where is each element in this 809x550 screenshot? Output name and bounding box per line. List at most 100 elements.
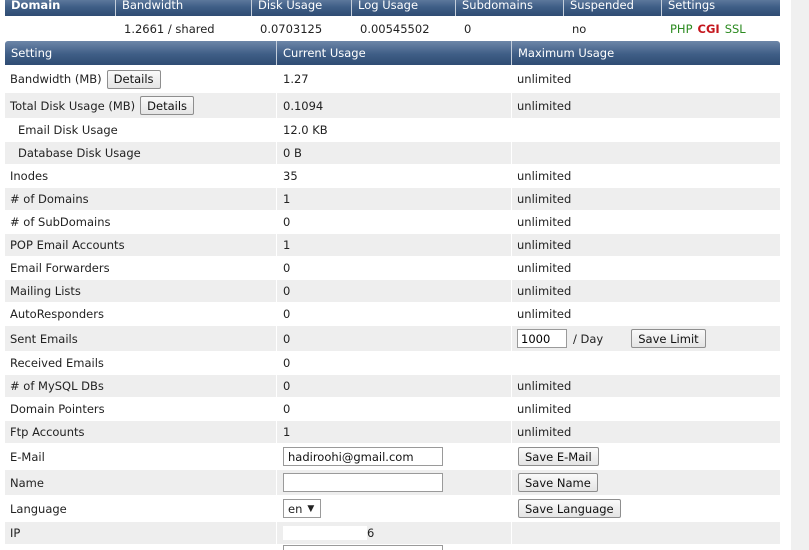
maximum-usage: unlimited (517, 192, 572, 206)
maximum-usage: unlimited (517, 238, 572, 252)
row-mailing-lists: Mailing Lists 0 unlimited (5, 280, 780, 302)
language-select[interactable]: en ▼ (283, 499, 321, 518)
partial-input[interactable] (283, 545, 443, 550)
setting-label: Total Disk Usage (MB) (10, 98, 136, 113)
scrollbar[interactable] (791, 0, 809, 550)
col-log-usage: Log Usage (352, 0, 456, 16)
current-usage: 0 (277, 398, 512, 420)
setting-label: Domain Pointers (5, 398, 277, 420)
row-bandwidth: Bandwidth (MB) Details 1.27 unlimited (5, 67, 780, 91)
setting-label: Email Forwarders (5, 257, 277, 279)
current-usage: 0.1094 (277, 93, 512, 118)
row-received-emails: Received Emails 0 (5, 352, 780, 374)
row-domains: # of Domains 1 unlimited (5, 188, 780, 210)
row-autoresponders: AutoResponders 0 unlimited (5, 303, 780, 325)
current-usage: 0 (277, 326, 512, 351)
save-name-button[interactable]: Save Name (518, 473, 598, 492)
current-usage: 1 (277, 188, 512, 210)
setting-label: # of Domains (5, 188, 277, 210)
row-language: Language en ▼ Save Language (5, 496, 780, 521)
current-usage: 0 (277, 303, 512, 325)
maximum-usage: unlimited (517, 169, 572, 183)
current-usage: 12.0 KB (277, 119, 512, 141)
setting-label: Sent Emails (5, 326, 277, 351)
setting-label: Ftp Accounts (5, 421, 277, 443)
maximum-usage: unlimited (517, 98, 572, 113)
row-name: Name Save Name (5, 470, 780, 495)
ip-redacted (283, 526, 367, 540)
row-ip: IP 6 (5, 522, 780, 544)
setting-label: Database Disk Usage (5, 142, 277, 164)
php-flag: PHP (670, 22, 693, 36)
save-email-button[interactable]: Save E-Mail (518, 447, 599, 466)
maximum-usage: unlimited (517, 72, 572, 86)
current-usage: 1 (277, 421, 512, 443)
row-mysql-dbs: # of MySQL DBs 0 unlimited (5, 375, 780, 397)
maximum-usage: unlimited (517, 261, 572, 275)
ip-value: 6 (367, 526, 375, 540)
col-domain: Domain (5, 0, 116, 16)
setting-label: Email Disk Usage (5, 119, 277, 141)
disk-details-button[interactable]: Details (140, 96, 195, 115)
row-email: E-Mail Save E-Mail (5, 444, 780, 469)
row-domain-pointers: Domain Pointers 0 unlimited (5, 398, 780, 420)
bandwidth-value: 1.2661 / shared (124, 22, 215, 36)
row-inodes: Inodes 35 unlimited (5, 165, 780, 187)
col-maximum-usage: Maximum Usage (512, 41, 780, 65)
col-suspended: Suspended (564, 0, 662, 16)
current-usage: 1 (277, 234, 512, 256)
setting-label: Inodes (5, 165, 277, 187)
row-ftp-accounts: Ftp Accounts 1 unlimited (5, 421, 780, 443)
current-usage: 0 (277, 280, 512, 302)
col-current-usage: Current Usage (277, 41, 512, 65)
row-subdomains: # of SubDomains 0 unlimited (5, 211, 780, 233)
usage-table-header: Setting Current Usage Maximum Usage (5, 41, 780, 65)
maximum-usage: unlimited (517, 284, 572, 298)
current-usage: 0 B (277, 142, 512, 164)
row-sent-emails: Sent Emails 0 / Day Save Limit (5, 326, 780, 351)
dropdown-arrow-icon: ▼ (307, 503, 315, 514)
ssl-flag: SSL (724, 22, 746, 36)
per-day-label: / Day (573, 331, 604, 346)
row-partial (5, 545, 780, 550)
maximum-usage: unlimited (517, 425, 572, 439)
setting-label: Name (5, 470, 277, 495)
col-bandwidth: Bandwidth (116, 0, 252, 16)
save-language-button[interactable]: Save Language (518, 499, 621, 518)
bandwidth-details-button[interactable]: Details (106, 69, 161, 89)
setting-label: IP (5, 522, 277, 544)
current-usage: 0 (277, 211, 512, 233)
current-usage: 0 (277, 375, 512, 397)
col-subdomains: Subdomains (456, 0, 564, 16)
col-settings: Settings (662, 0, 780, 16)
setting-label: E-Mail (5, 444, 277, 469)
log-usage-value: 0.00545502 (360, 22, 430, 36)
maximum-usage: unlimited (517, 215, 572, 229)
row-total-disk-usage: Total Disk Usage (MB) Details 0.1094 unl… (5, 93, 780, 118)
settings-value: PHP CGI SSL (662, 18, 780, 40)
setting-label: Language (5, 496, 277, 521)
current-usage: 0 (277, 257, 512, 279)
col-disk-usage: Disk Usage (252, 0, 352, 16)
domain-summary-row: 1.2661 / shared 0.0703125 0.00545502 0 n… (5, 18, 780, 40)
domain-name (5, 18, 116, 40)
email-field[interactable] (283, 447, 443, 466)
setting-label: Bandwidth (MB) (10, 72, 102, 86)
setting-label: # of MySQL DBs (5, 375, 277, 397)
row-email-forwarders: Email Forwarders 0 unlimited (5, 257, 780, 279)
sent-emails-limit-input[interactable] (517, 329, 567, 348)
domain-summary-header: Domain Bandwidth Disk Usage Log Usage Su… (5, 0, 780, 16)
row-email-disk-usage: Email Disk Usage 12.0 KB (5, 119, 780, 141)
cgi-flag: CGI (697, 22, 720, 36)
row-pop-email-accounts: POP Email Accounts 1 unlimited (5, 234, 780, 256)
save-limit-button[interactable]: Save Limit (631, 329, 706, 348)
maximum-usage: unlimited (517, 402, 572, 416)
setting-label: AutoResponders (5, 303, 277, 325)
current-usage: 35 (277, 165, 512, 187)
name-field[interactable] (283, 473, 443, 492)
current-usage: 0 (277, 352, 512, 374)
suspended-value: no (572, 22, 587, 36)
setting-label: Mailing Lists (5, 280, 277, 302)
setting-label: # of SubDomains (5, 211, 277, 233)
maximum-usage: unlimited (517, 379, 572, 393)
